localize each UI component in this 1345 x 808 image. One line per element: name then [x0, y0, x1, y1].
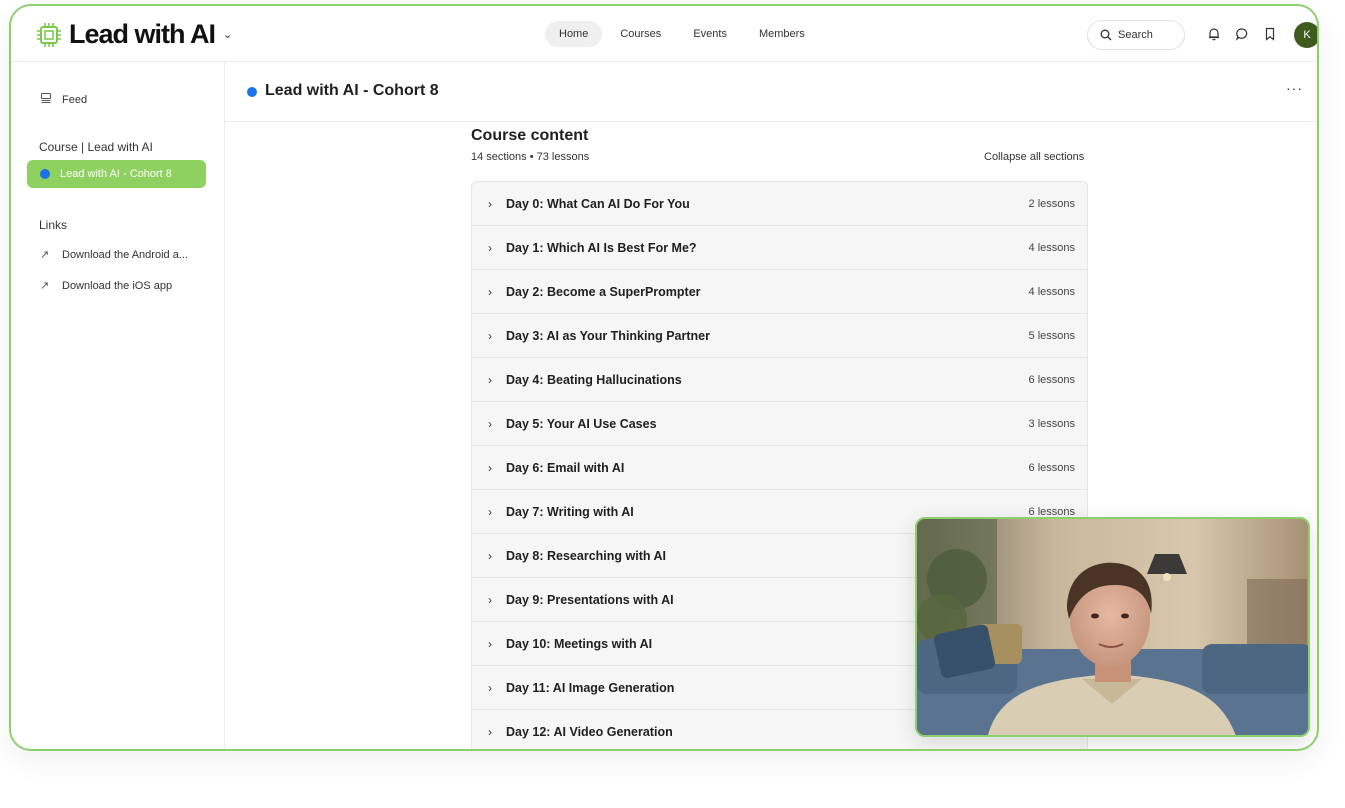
section-title: Day 4: Beating Hallucinations [506, 372, 682, 387]
chevron-right-icon[interactable]: › [488, 417, 492, 431]
page-title: Lead with AI - Cohort 8 [265, 82, 439, 99]
chevron-right-icon[interactable]: › [488, 505, 492, 519]
section-title: Day 1: Which AI Is Best For Me? [506, 240, 697, 255]
sidebar-link-android[interactable]: ↗ Download the Android a... [40, 248, 188, 262]
section-title: Day 0: What Can AI Do For You [506, 196, 690, 211]
chevron-right-icon[interactable]: › [488, 197, 492, 211]
section-title: Day 12: AI Video Generation [506, 724, 673, 739]
course-content-title: Course content [471, 127, 589, 144]
sidebar-link-label: Download the Android a... [62, 248, 188, 261]
section-lesson-count: 3 lessons [1028, 417, 1075, 430]
sidebar-link-ios[interactable]: ↗ Download the iOS app [40, 279, 173, 293]
chevron-right-icon[interactable]: › [488, 593, 492, 607]
sidebar-item-feed[interactable]: Feed [40, 92, 87, 107]
feed-icon [40, 92, 54, 107]
sidebar: Feed Course | Lead with AI Lead with AI … [11, 62, 225, 749]
section-title: Day 7: Writing with AI [506, 504, 634, 519]
section-row[interactable]: › Day 6: Email with AI 6 lessons [472, 446, 1087, 490]
space-header: Lead with AI - Cohort 8 ··· [225, 62, 1317, 122]
chevron-down-icon[interactable]: ⌄ [223, 28, 232, 41]
more-options-icon[interactable]: ··· [1286, 80, 1303, 96]
avatar[interactable]: K [1294, 22, 1317, 48]
section-title: Day 8: Researching with AI [506, 548, 666, 563]
nav-courses[interactable]: Courses [606, 21, 675, 47]
chevron-right-icon[interactable]: › [488, 549, 492, 563]
chip-logo-icon [36, 22, 62, 48]
section-lesson-count: 6 lessons [1028, 505, 1075, 518]
section-title: Day 9: Presentations with AI [506, 592, 674, 607]
nav-home[interactable]: Home [545, 21, 603, 47]
nav-events[interactable]: Events [679, 21, 741, 47]
search-icon [1100, 29, 1112, 41]
section-lesson-count: 5 lessons [1028, 329, 1075, 342]
chevron-right-icon[interactable]: › [488, 241, 492, 255]
sidebar-link-label: Download the iOS app [62, 279, 173, 292]
section-lesson-count: 4 lessons [1028, 285, 1075, 298]
sidebar-item-cohort-8[interactable]: Lead with AI - Cohort 8 [27, 160, 206, 188]
sidebar-item-label: Feed [62, 93, 88, 106]
section-row[interactable]: › Day 0: What Can AI Do For You 2 lessons [472, 182, 1087, 226]
section-row[interactable]: › Day 3: AI as Your Thinking Partner 5 les… [472, 314, 1087, 358]
section-title: Day 2: Become a SuperPrompter [506, 284, 701, 299]
section-lesson-count: 6 lessons [1028, 461, 1075, 474]
chevron-right-icon[interactable]: › [488, 725, 492, 739]
section-title: Day 3: AI as Your Thinking Partner [506, 328, 710, 343]
presenter-video-frame [917, 519, 1308, 735]
bookmark-icon[interactable] [1263, 27, 1277, 41]
section-row[interactable]: › Day 4: Beating Hallucinations 6 lessons [472, 358, 1087, 402]
section-lesson-count: 2 lessons [1028, 197, 1075, 210]
chevron-right-icon[interactable]: › [488, 681, 492, 695]
section-row[interactable]: › Day 2: Become a SuperPrompter 4 lessons [472, 270, 1087, 314]
chevron-right-icon[interactable]: › [488, 329, 492, 343]
section-row[interactable]: › Day 1: Which AI Is Best For Me? 4 lesson… [472, 226, 1087, 270]
bell-icon[interactable] [1207, 27, 1221, 41]
collapse-all-button[interactable]: Collapse all sections [984, 151, 1084, 163]
search-button[interactable]: Search [1087, 20, 1185, 50]
cohort-dot-icon [40, 169, 50, 179]
external-link-icon: ↗ [40, 280, 50, 292]
sidebar-item-label: Lead with AI - Cohort 8 [60, 168, 172, 180]
section-title: Day 5: Your AI Use Cases [506, 416, 657, 431]
section-lesson-count: 6 lessons [1028, 373, 1075, 386]
search-label: Search [1118, 29, 1153, 41]
chevron-right-icon[interactable]: › [488, 461, 492, 475]
sidebar-course-heading: Course | Lead with AI [39, 140, 153, 154]
sidebar-links-heading: Links [39, 218, 68, 232]
chat-bubble-icon[interactable] [1235, 27, 1249, 41]
section-title: Day 6: Email with AI [506, 460, 625, 475]
section-title: Day 10: Meetings with AI [506, 636, 653, 651]
brand-name: Lead with AI [69, 19, 216, 49]
presenter-video[interactable] [915, 517, 1310, 737]
main-nav: Home Courses Events Members [545, 21, 819, 47]
top-bar: Lead with AI ⌄ Home Courses Events Membe… [11, 6, 1317, 62]
space-dot-icon [247, 87, 257, 97]
section-title: Day 11: AI Image Generation [506, 680, 675, 695]
chevron-right-icon[interactable]: › [488, 637, 492, 651]
app-window: Lead with AI ⌄ Home Courses Events Membe… [9, 4, 1319, 751]
section-row[interactable]: › Day 5: Your AI Use Cases 3 lessons [472, 402, 1087, 446]
external-link-icon: ↗ [40, 249, 50, 261]
course-content-meta: 14 sections • 73 lessons [471, 151, 590, 163]
section-lesson-count: 4 lessons [1028, 241, 1075, 254]
chevron-right-icon[interactable]: › [488, 285, 492, 299]
nav-members[interactable]: Members [745, 21, 819, 47]
chevron-right-icon[interactable]: › [488, 373, 492, 387]
brand-logo[interactable]: Lead with AI ⌄ [36, 19, 232, 50]
